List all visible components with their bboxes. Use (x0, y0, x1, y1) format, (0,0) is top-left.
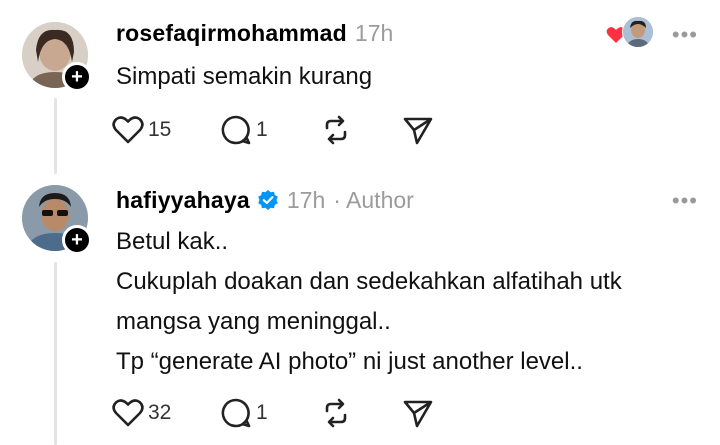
thread-line (54, 262, 57, 445)
timestamp: 17h (286, 187, 326, 213)
thread-line (54, 98, 57, 174)
post-header: rosefaqirmohammad 17h (116, 20, 393, 47)
comment-icon (221, 115, 251, 145)
like-button[interactable]: 32 (112, 396, 171, 430)
repost-icon (325, 115, 347, 145)
reply-count: 1 (256, 401, 268, 424)
like-count: 15 (148, 118, 172, 141)
post-line: mangsa yang meninggal.. (116, 308, 391, 335)
author-tag: · Author (333, 187, 414, 213)
username[interactable]: hafiyyahaya (116, 187, 250, 214)
heart-icon (112, 399, 144, 427)
timestamp: 17h (354, 20, 394, 46)
reply-button[interactable]: 1 (220, 396, 268, 430)
post-text: Simpati semakin kurang (116, 58, 372, 98)
like-button[interactable]: 15 (112, 113, 171, 147)
post-line: Tp “generate AI photo” ni just another l… (116, 348, 583, 375)
avatar (622, 16, 654, 48)
post-text: Betul kak.. Cukuplah doakan dan sedekahk… (116, 223, 622, 383)
post-line: Betul kak.. (116, 228, 229, 255)
share-button[interactable] (402, 113, 434, 147)
more-icon[interactable]: ••• (672, 22, 698, 48)
post-line: Simpati semakin kurang (116, 63, 373, 90)
post-header: hafiyyahaya 17h · Author (116, 186, 414, 214)
like-count: 32 (148, 401, 172, 424)
repost-button[interactable] (320, 396, 352, 430)
share-icon (403, 400, 433, 428)
heart-icon (112, 116, 144, 144)
share-button[interactable] (402, 396, 434, 430)
follow-button[interactable]: + (62, 225, 92, 255)
reply-count: 1 (256, 118, 268, 141)
verified-icon (257, 189, 279, 211)
repost-button[interactable] (320, 113, 352, 147)
share-icon (403, 117, 433, 145)
comment-icon (221, 398, 251, 428)
post-line: Cukuplah doakan dan sedekahkan alfatihah… (116, 268, 622, 295)
reply-button[interactable]: 1 (220, 113, 268, 147)
follow-button[interactable]: + (62, 62, 92, 92)
repost-icon (325, 398, 347, 428)
more-icon[interactable]: ••• (672, 188, 698, 214)
username[interactable]: rosefaqirmohammad (116, 20, 347, 47)
